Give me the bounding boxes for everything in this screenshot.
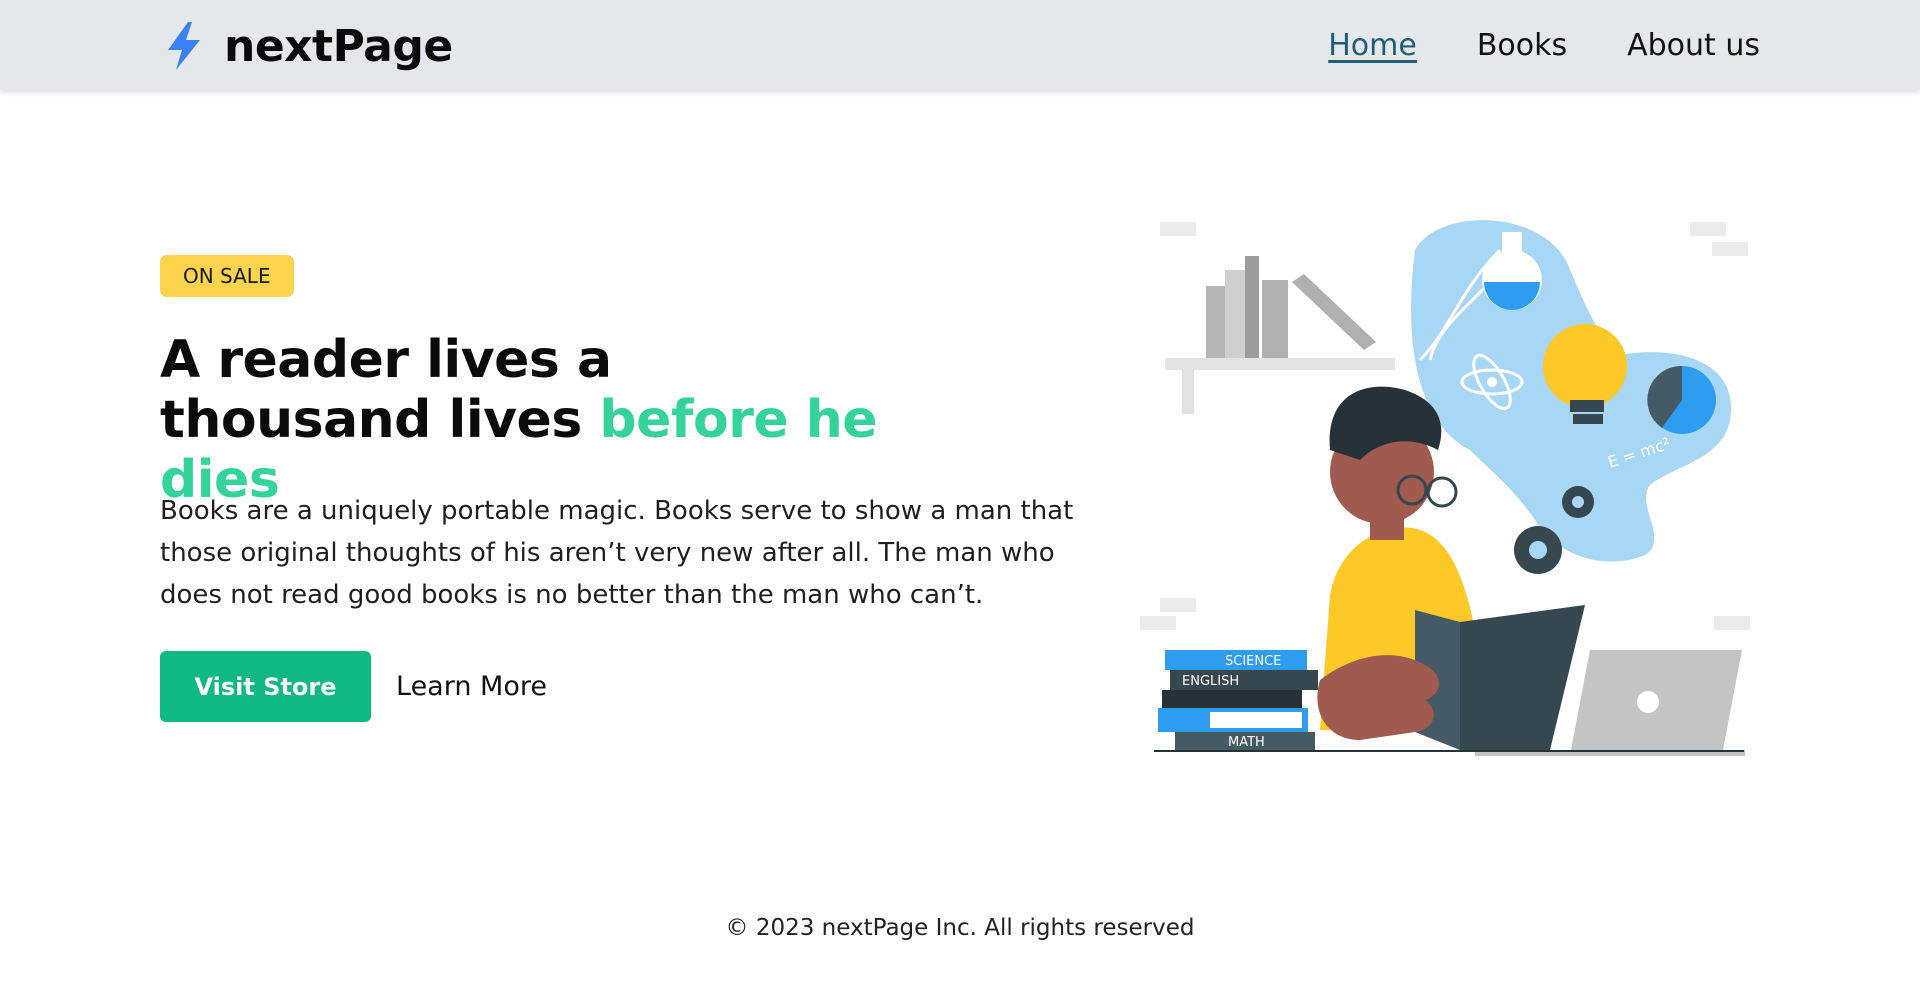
nav-link-books[interactable]: Books [1477,26,1567,66]
hero-headline: A reader lives a thousand lives before he… [160,330,980,510]
lightning-bolt-icon [168,22,200,70]
boy-reading-illustration: E = mc² SCIENCE ENGLISH MATH [1140,220,1750,756]
book-label-english: ENGLISH [1182,674,1239,689]
headline-line-2: thousand lives [160,390,600,450]
book-label-science: SCIENCE [1225,654,1281,669]
headline-line-1: A reader lives a [160,330,612,390]
sale-badge: ON SALE [160,255,294,297]
main-nav: Home Books About us [1328,26,1760,66]
nav-link-home[interactable]: Home [1328,26,1417,66]
nav-link-about[interactable]: About us [1627,26,1760,66]
brand-logo[interactable]: nextPage [160,20,453,72]
visit-store-button[interactable]: Visit Store [160,651,371,722]
hero-actions: Visit Store Learn More [160,651,547,722]
site-header: nextPage Home Books About us [0,0,1920,90]
brand-name: nextPage [224,20,453,72]
book-label-math: MATH [1228,735,1265,750]
hero-paragraph: Books are a uniquely portable magic. Boo… [160,496,1074,610]
copyright-text: © 2023 nextPage Inc. All rights reserved [725,915,1195,941]
learn-more-button[interactable]: Learn More [396,671,547,702]
site-footer: © 2023 nextPage Inc. All rights reserved [0,915,1920,941]
